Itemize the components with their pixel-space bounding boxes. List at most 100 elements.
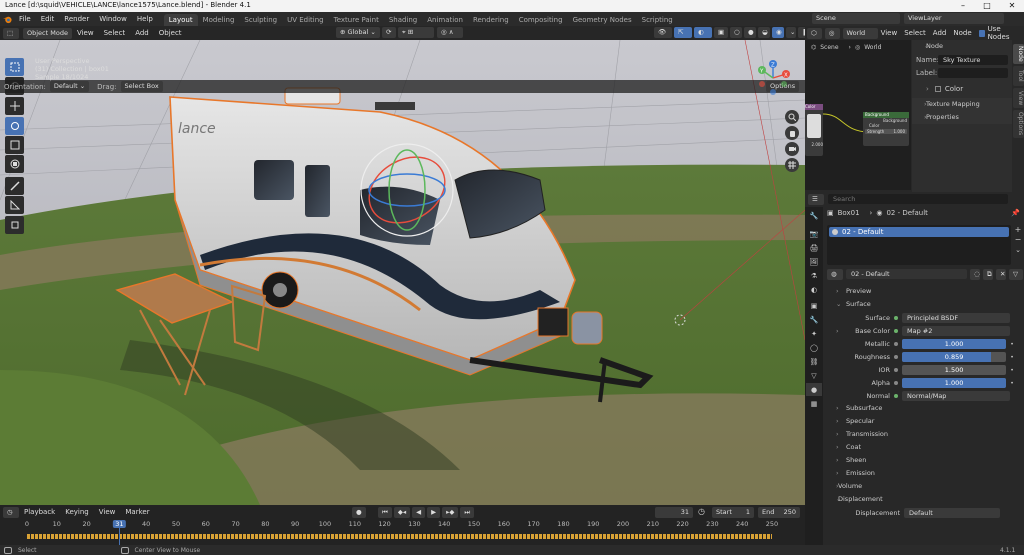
modifier-properties-icon[interactable]: 🔧: [806, 313, 822, 326]
xray-icon[interactable]: ▣: [714, 27, 728, 38]
material-shading-icon[interactable]: ◒: [758, 27, 770, 38]
overlay-icon[interactable]: ◐: [694, 27, 712, 38]
node-menu-node[interactable]: Node: [953, 29, 971, 37]
visibility-icon[interactable]: 👁: [654, 27, 672, 38]
side-tab-view[interactable]: View: [1013, 88, 1024, 108]
color-section[interactable]: Color: [945, 85, 963, 93]
transform-tool-icon[interactable]: [5, 155, 24, 173]
tab-layout[interactable]: Layout: [163, 13, 198, 26]
mode-selector[interactable]: Object Mode: [23, 27, 72, 39]
end-frame-field[interactable]: End 250: [758, 507, 800, 518]
scene-selector[interactable]: Scene: [812, 13, 900, 24]
property-field[interactable]: 0.859: [902, 351, 1007, 362]
browse-material-icon[interactable]: ◍: [827, 268, 843, 280]
node-menu-view[interactable]: View: [881, 29, 898, 37]
editor-type-icon[interactable]: ⬚: [3, 27, 19, 39]
material-slots-list[interactable]: 02 - Default: [827, 225, 1011, 265]
properties-search[interactable]: Search: [828, 194, 1008, 204]
camera-view-icon[interactable]: [785, 142, 799, 156]
breadcrumb-world[interactable]: World: [864, 44, 881, 51]
viewlayer-selector[interactable]: ViewLayer: [904, 13, 1004, 24]
snap-icon[interactable]: ⌖ ⊞: [398, 27, 434, 38]
color-checkbox[interactable]: [934, 85, 941, 92]
properties-section[interactable]: Properties: [912, 111, 1012, 124]
viewport-menu-object[interactable]: Object: [154, 26, 187, 40]
shading-options-icon[interactable]: ⌄: [786, 27, 796, 38]
annotate-tool-icon[interactable]: [5, 177, 24, 195]
duplicate-material-icon[interactable]: ⧉: [983, 268, 993, 280]
keyframe-dot-icon[interactable]: •: [1010, 340, 1014, 348]
expand-icon[interactable]: ›: [836, 327, 839, 335]
side-tab-options[interactable]: Options: [1013, 110, 1024, 138]
jump-start-icon[interactable]: ⏮: [378, 507, 392, 518]
properties-editor-icon[interactable]: ☰: [808, 193, 824, 205]
socket-icon[interactable]: [894, 328, 898, 333]
tool-properties-icon[interactable]: 🔧: [806, 209, 822, 222]
add-cube-tool-icon[interactable]: [5, 216, 24, 234]
constraints-properties-icon[interactable]: ⛓: [806, 355, 822, 368]
shader-editor-icon[interactable]: ⬡: [807, 27, 822, 39]
node-canvas[interactable]: ⌬ Scene › ◎ World Color 2.000 Background Ba…: [805, 40, 911, 190]
property-field[interactable]: Principled BSDF: [902, 312, 1010, 323]
scene-properties-icon[interactable]: ⚗: [806, 269, 822, 282]
solid-shading-icon[interactable]: ●: [744, 27, 756, 38]
menu-render[interactable]: Render: [59, 12, 94, 26]
side-tab-node[interactable]: Node: [1013, 44, 1024, 64]
socket-icon[interactable]: [894, 393, 898, 398]
preview-section[interactable]: Preview: [824, 285, 1020, 298]
socket-icon[interactable]: [894, 380, 898, 385]
node-menu-add[interactable]: Add: [933, 29, 947, 37]
rendered-shading-icon[interactable]: ◉: [772, 27, 784, 38]
gizmo-icon[interactable]: ⇱: [674, 27, 692, 38]
background-node[interactable]: Background Background Color Strength 1.00…: [863, 112, 909, 146]
node-label-field[interactable]: [938, 67, 1008, 78]
displacement-field[interactable]: Default: [904, 507, 1000, 518]
texture-properties-icon[interactable]: ▦: [806, 397, 822, 410]
viewport-menu-select[interactable]: Select: [99, 26, 131, 40]
remove-slot-icon[interactable]: −: [1013, 235, 1023, 245]
data-properties-icon[interactable]: ▽: [806, 369, 822, 382]
tab-sculpting[interactable]: Sculpting: [239, 14, 282, 26]
tab-compositing[interactable]: Compositing: [514, 14, 568, 26]
keyframe-dot-icon[interactable]: •: [1010, 353, 1014, 361]
drag-dropdown[interactable]: Select Box: [120, 81, 163, 92]
select-box-tool-icon[interactable]: [5, 58, 24, 76]
world-properties-icon[interactable]: ◐: [806, 283, 822, 296]
viewport-menu-add[interactable]: Add: [130, 26, 154, 40]
displacement-section[interactable]: Displacement: [824, 493, 1020, 506]
keyframe-dot-icon[interactable]: •: [1010, 379, 1014, 387]
3d-viewport[interactable]: lance Orientation: Default ⌄ Drag: Selec…: [0, 40, 805, 505]
object-properties-icon[interactable]: ▣: [806, 299, 822, 312]
current-frame-field[interactable]: 31: [655, 507, 693, 518]
subsection-sheen[interactable]: Sheen: [824, 454, 1020, 467]
node-panel-header[interactable]: Node: [912, 40, 1012, 53]
menu-help[interactable]: Help: [132, 12, 158, 26]
tab-shading[interactable]: Shading: [384, 14, 422, 26]
socket-icon[interactable]: [894, 354, 898, 359]
sky-texture-node[interactable]: Color 2.000: [805, 104, 823, 156]
property-field[interactable]: 1.000: [902, 338, 1007, 349]
frame-ruler[interactable]: 0102031405060708090100110120130140150160…: [0, 520, 805, 531]
fake-user-icon[interactable]: ◌: [970, 268, 980, 280]
use-nodes-checkbox[interactable]: [978, 29, 985, 37]
grid-perspective-icon[interactable]: [785, 158, 799, 172]
orientation-dropdown[interactable]: Default ⌄: [49, 81, 90, 92]
property-field[interactable]: Normal/Map: [902, 390, 1010, 401]
side-tab-tool[interactable]: Tool: [1013, 66, 1024, 86]
play-icon[interactable]: ▶: [427, 507, 441, 518]
playhead[interactable]: [119, 521, 121, 545]
next-key-icon[interactable]: ▸◆: [442, 507, 459, 518]
world-type-icon[interactable]: ◎: [824, 27, 840, 39]
tab-modeling[interactable]: Modeling: [198, 14, 240, 26]
material-slot-item[interactable]: 02 - Default: [829, 227, 1009, 237]
timeline-menu-keying[interactable]: Keying: [60, 505, 94, 519]
timeline-menu-marker[interactable]: Marker: [120, 505, 154, 519]
record-icon[interactable]: ●: [352, 507, 366, 518]
particles-properties-icon[interactable]: ✦: [806, 327, 822, 340]
socket-icon[interactable]: [894, 315, 898, 320]
keyframe-dot-icon[interactable]: •: [1010, 366, 1014, 374]
menu-file[interactable]: File: [14, 12, 36, 26]
timeline-menu-playback[interactable]: Playback: [19, 505, 60, 519]
tab-geometry-nodes[interactable]: Geometry Nodes: [568, 14, 637, 26]
minimize-button[interactable]: –: [951, 0, 975, 12]
